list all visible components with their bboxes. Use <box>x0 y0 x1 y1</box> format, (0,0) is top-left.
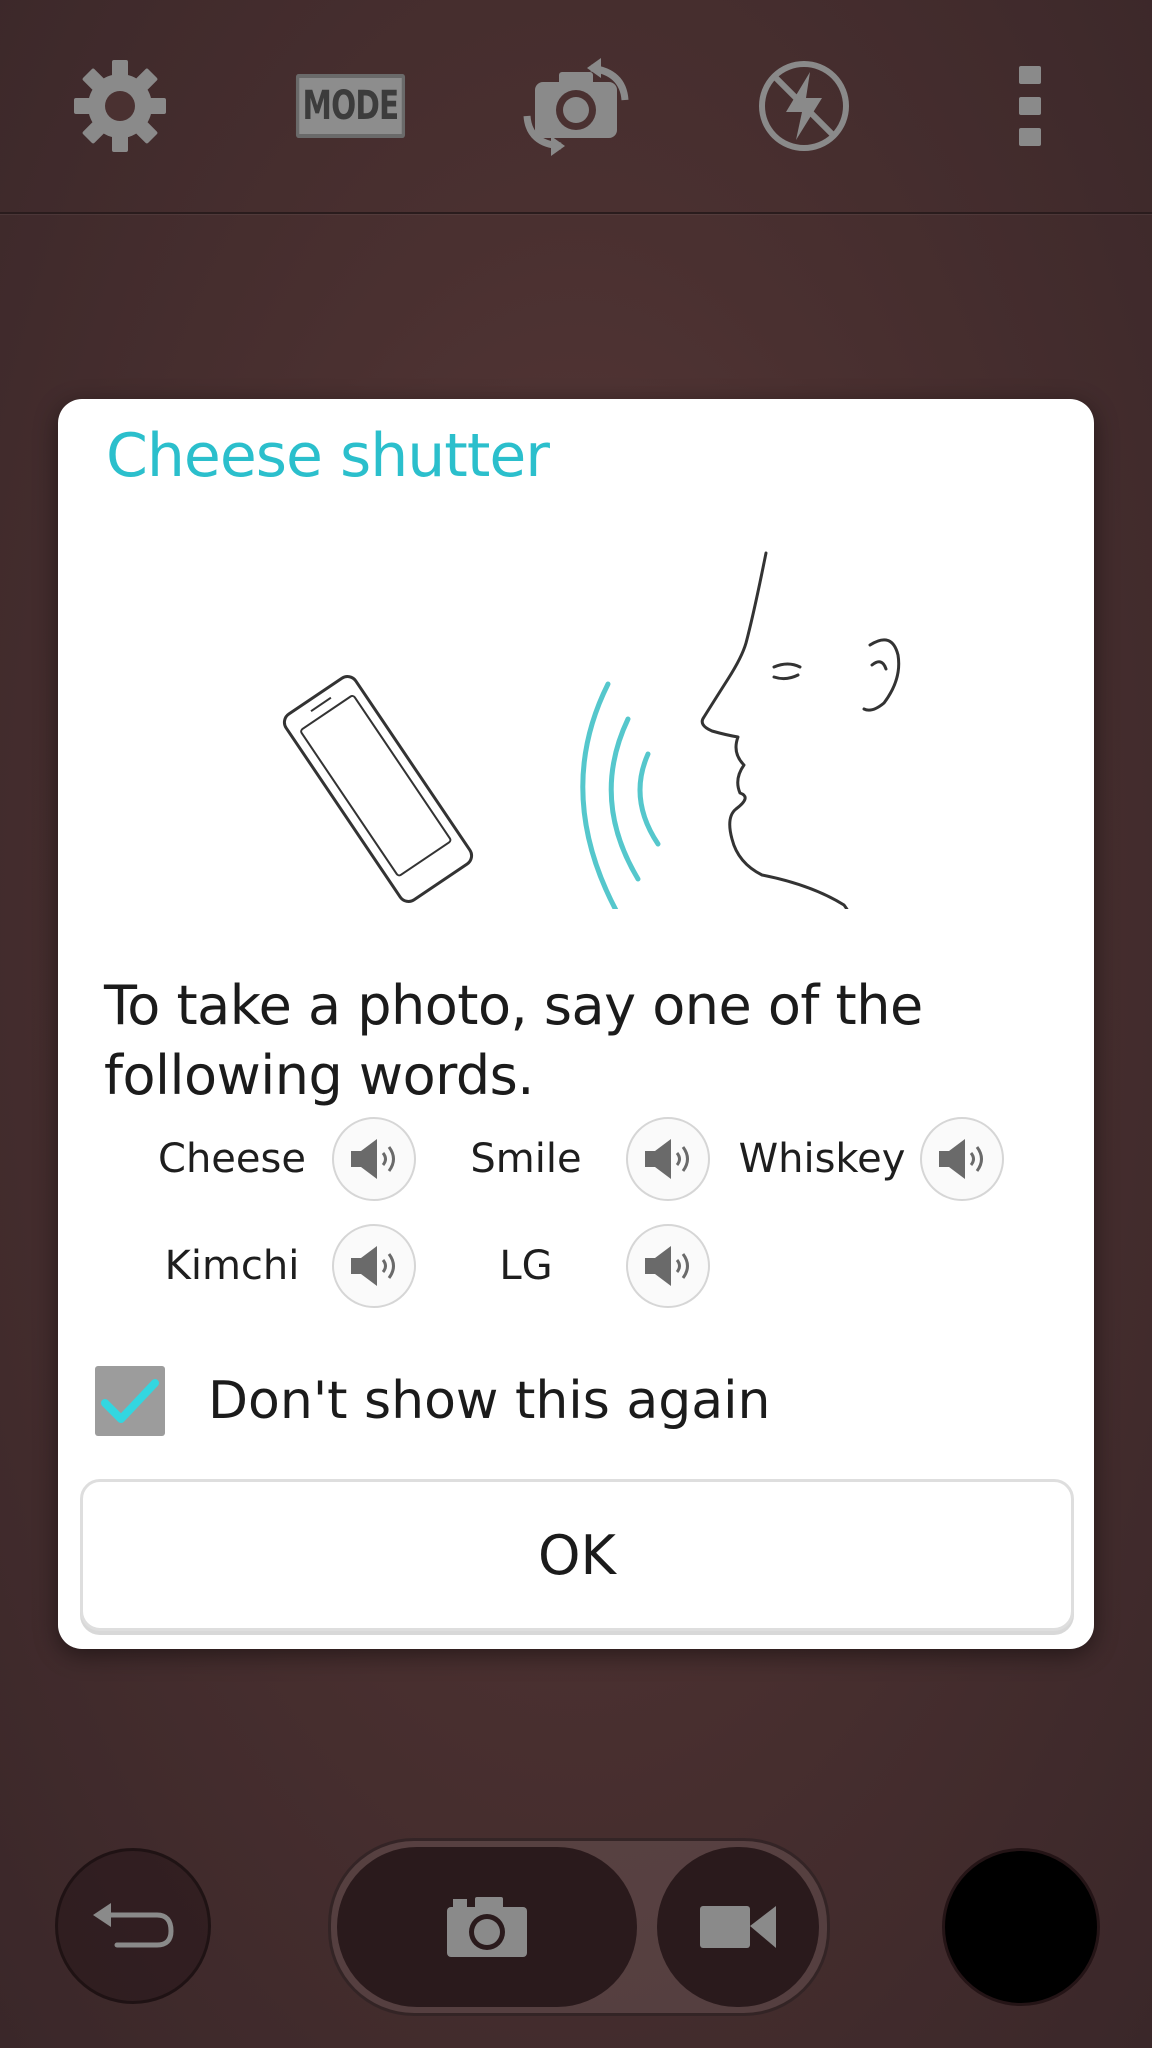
back-button[interactable] <box>55 1848 211 2004</box>
play-lg-button[interactable] <box>626 1224 710 1308</box>
word-whiskey: Whiskey <box>738 1136 906 1182</box>
voice-shutter-illustration <box>282 551 901 909</box>
speaker-icon <box>351 1139 395 1179</box>
gallery-thumbnail[interactable] <box>942 1848 1100 2006</box>
checkmark-icon <box>101 1379 159 1423</box>
play-smile-button[interactable] <box>626 1117 710 1201</box>
instructions-text: To take a photo, say one of the followin… <box>104 974 923 1107</box>
dont-show-again-label[interactable]: Don't show this again <box>208 1364 771 1438</box>
flash-off-icon <box>759 61 849 151</box>
camera-icon <box>447 1897 527 1957</box>
ok-button[interactable]: OK <box>80 1479 1074 1631</box>
more-options-button[interactable] <box>970 48 1090 164</box>
dont-show-again-checkbox[interactable] <box>95 1366 165 1436</box>
word-smile: Smile <box>470 1136 582 1182</box>
mode-button[interactable]: MODE <box>290 48 410 164</box>
capture-mode-group <box>328 1838 830 2016</box>
video-record-button[interactable] <box>657 1847 819 2007</box>
sound-waves-icon <box>580 681 661 909</box>
switch-camera-button[interactable] <box>516 48 636 164</box>
word-kimchi: Kimchi <box>164 1243 300 1289</box>
photo-shutter-button[interactable] <box>337 1847 637 2007</box>
settings-button[interactable] <box>60 48 180 164</box>
word-lg: LG <box>499 1243 553 1289</box>
dialog-title: Cheese shutter <box>106 421 550 491</box>
flash-button[interactable] <box>744 48 864 164</box>
more-vert-icon <box>1019 66 1041 146</box>
mode-icon: MODE <box>295 74 405 138</box>
play-whiskey-button[interactable] <box>920 1117 1004 1201</box>
back-icon <box>93 1903 174 1948</box>
play-cheese-button[interactable] <box>332 1117 416 1201</box>
gear-icon <box>74 60 166 152</box>
speaker-icon <box>645 1139 689 1179</box>
switch-camera-icon <box>523 58 629 156</box>
phone-icon <box>282 675 474 903</box>
speaker-icon <box>351 1246 395 1286</box>
speaker-icon <box>939 1139 983 1179</box>
speaker-icon <box>645 1246 689 1286</box>
play-kimchi-button[interactable] <box>332 1224 416 1308</box>
cheese-shutter-dialog: Cheese shutter To take a photo, say one … <box>58 399 1094 1649</box>
top-toolbar: MODE <box>0 0 1152 214</box>
face-profile-icon <box>700 551 901 909</box>
word-cheese: Cheese <box>158 1136 306 1182</box>
video-icon <box>700 1906 776 1948</box>
